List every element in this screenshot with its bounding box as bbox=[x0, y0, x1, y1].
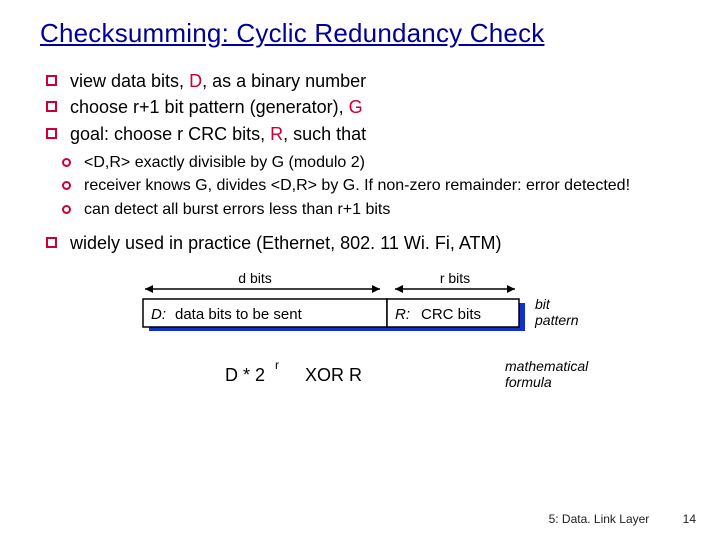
b1-tail: , as a binary number bbox=[202, 71, 366, 91]
formula-left: D * 2 bbox=[225, 365, 265, 385]
b3-text: goal: choose r CRC bits, bbox=[70, 124, 270, 144]
d-label: D: bbox=[151, 306, 166, 323]
math-label-1: mathematical bbox=[505, 358, 589, 374]
b2-sym: G bbox=[349, 97, 363, 117]
b1-sym: D bbox=[189, 71, 202, 91]
math-label-2: formula bbox=[505, 374, 552, 390]
bullet-2: choose r+1 bit pattern (generator), G bbox=[46, 95, 690, 119]
bullet-1: view data bits, D, as a binary number bbox=[46, 69, 690, 93]
bit-pattern-l1: bit bbox=[535, 296, 551, 312]
slide-footer: 5: Data. Link Layer 14 bbox=[549, 512, 696, 526]
d-text: data bits to be sent bbox=[175, 306, 303, 323]
crc-diagram: d bits r bits D: data bits to be sent R:… bbox=[125, 271, 605, 406]
formula-mid: XOR R bbox=[305, 365, 362, 385]
b3-sym: R bbox=[270, 124, 283, 144]
footer-page: 14 bbox=[683, 512, 696, 526]
b3-tail: , such that bbox=[283, 124, 366, 144]
bullet-list-2: widely used in practice (Ethernet, 802. … bbox=[40, 231, 690, 255]
sub-1: <D,R> exactly divisible by G (modulo 2) bbox=[62, 152, 690, 174]
bullet-3: goal: choose r CRC bits, R, such that bbox=[46, 122, 690, 146]
b1-text: view data bits, bbox=[70, 71, 189, 91]
dbits-label: d bits bbox=[238, 271, 271, 286]
formula-exp: r bbox=[275, 358, 279, 372]
sub-bullet-list: <D,R> exactly divisible by G (modulo 2) … bbox=[40, 152, 690, 221]
footer-section: 5: Data. Link Layer bbox=[549, 512, 650, 526]
sub-2: receiver knows G, divides <D,R> by G. If… bbox=[62, 175, 690, 197]
bullet-4: widely used in practice (Ethernet, 802. … bbox=[46, 231, 690, 255]
b2-text: choose r+1 bit pattern (generator), bbox=[70, 97, 349, 117]
rbits-label: r bits bbox=[440, 271, 470, 286]
slide-title: Checksumming: Cyclic Redundancy Check bbox=[40, 18, 690, 49]
r-text: CRC bits bbox=[421, 306, 481, 323]
bullet-list: view data bits, D, as a binary number ch… bbox=[40, 69, 690, 146]
bit-pattern-l2: pattern bbox=[534, 312, 579, 328]
sub-3: can detect all burst errors less than r+… bbox=[62, 199, 690, 221]
r-label: R: bbox=[395, 306, 410, 323]
